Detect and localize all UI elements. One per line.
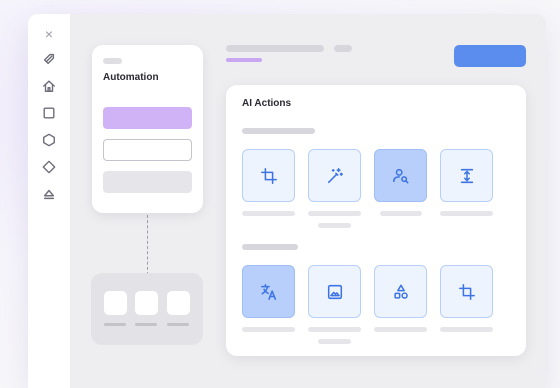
tile-caption-placeholder <box>308 211 361 216</box>
header-placeholder <box>226 45 324 52</box>
crop-icon-tile[interactable] <box>440 265 493 318</box>
diamond-icon[interactable] <box>39 157 59 177</box>
vertical-align-icon <box>460 168 473 183</box>
magic-wand-icon <box>327 167 343 183</box>
section-heading-placeholder <box>242 244 298 250</box>
mini-slot-label <box>104 323 126 326</box>
section-heading-placeholder <box>242 128 315 134</box>
automation-primary-button[interactable] <box>103 107 192 129</box>
home-icon[interactable] <box>39 76 59 96</box>
tile-caption-placeholder <box>318 339 351 344</box>
mini-action-card[interactable] <box>91 273 203 345</box>
person-search-icon-tile[interactable] <box>374 149 427 202</box>
mini-slot[interactable] <box>104 291 127 315</box>
automation-card: Automation <box>92 45 203 213</box>
mini-slot[interactable] <box>135 291 158 315</box>
crop-icon <box>260 167 277 184</box>
ai-actions-panel: AI Actions <box>226 85 526 356</box>
automation-title: Automation <box>103 72 159 83</box>
automation-input[interactable] <box>103 139 192 161</box>
dashed-connector <box>147 215 148 275</box>
header-placeholder-short <box>334 45 352 52</box>
tile-caption-placeholder <box>440 211 493 216</box>
sidebar: × <box>28 14 70 388</box>
square-icon[interactable] <box>39 103 59 123</box>
card-tag-placeholder <box>103 58 122 64</box>
vertical-align-icon-tile[interactable] <box>440 149 493 202</box>
close-icon[interactable]: × <box>45 26 53 42</box>
crop-icon <box>458 283 475 300</box>
tile-caption-placeholder <box>318 223 351 228</box>
automation-secondary-button[interactable] <box>103 171 192 193</box>
app-window: × Automation AI Actions <box>28 14 546 388</box>
tile-caption-placeholder <box>380 211 422 216</box>
tile-caption-placeholder <box>374 327 427 332</box>
image-icon-tile[interactable] <box>308 265 361 318</box>
tile-caption-placeholder <box>242 327 295 332</box>
translate-icon <box>260 283 276 300</box>
image-icon <box>327 284 342 299</box>
shapes-icon-tile[interactable] <box>374 265 427 318</box>
translate-icon-tile[interactable] <box>242 265 295 318</box>
primary-action-button[interactable] <box>454 45 526 67</box>
mini-slot-label <box>135 323 157 326</box>
header-accent-underline <box>226 58 262 62</box>
tile-caption-placeholder <box>242 211 295 216</box>
tag-icon[interactable] <box>39 49 59 69</box>
crop-icon-tile[interactable] <box>242 149 295 202</box>
ai-actions-title: AI Actions <box>242 98 292 109</box>
magic-wand-icon-tile[interactable] <box>308 149 361 202</box>
shapes-icon <box>393 283 408 299</box>
person-search-icon <box>392 168 409 184</box>
mini-slot[interactable] <box>167 291 190 315</box>
hexagon-icon[interactable] <box>39 130 59 150</box>
eject-icon[interactable] <box>39 184 59 204</box>
mini-slot-label <box>167 323 189 326</box>
tile-caption-placeholder <box>308 327 361 332</box>
tile-caption-placeholder <box>440 327 493 332</box>
